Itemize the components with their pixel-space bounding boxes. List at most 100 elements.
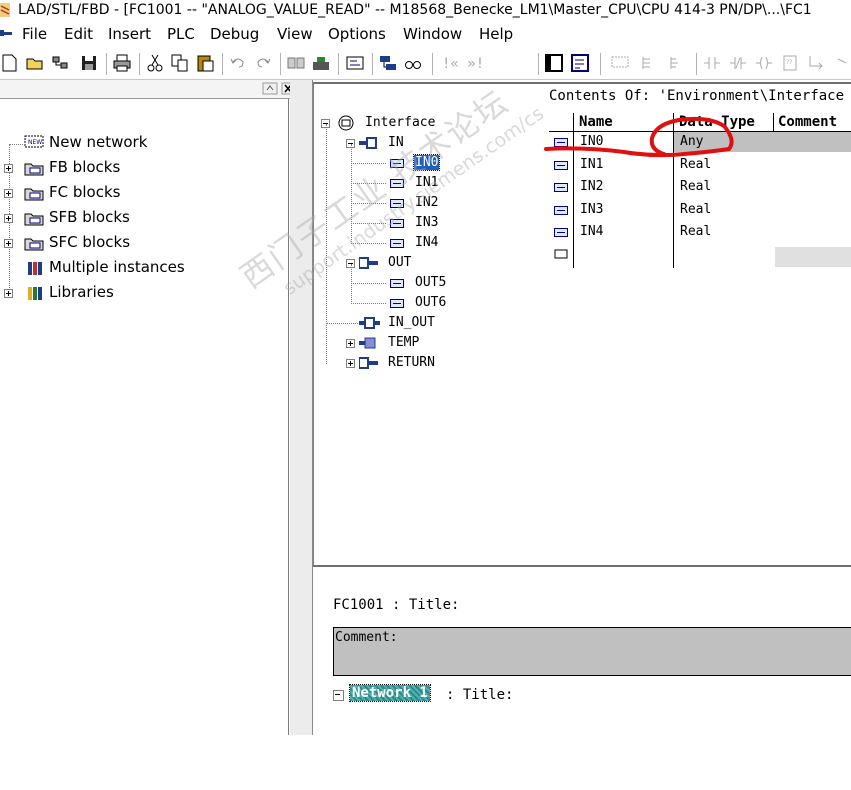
redo-icon[interactable] (253, 53, 273, 73)
network-collapse-icon[interactable] (333, 690, 344, 701)
column-divider (773, 113, 774, 131)
tree-item-in[interactable]: IN (314, 134, 544, 154)
tree-item-in-out[interactable]: IN_OUT (314, 314, 544, 334)
tree-item-return[interactable]: RETURN (314, 354, 544, 374)
row-name-in3[interactable]: IN3 (580, 202, 603, 217)
tree-item-interface[interactable]: Interface (314, 114, 544, 134)
tree-line (351, 203, 386, 205)
row-type-in2[interactable]: Real (680, 179, 711, 194)
document-menu-icon[interactable] (0, 29, 12, 38)
tree-item-label: IN2 (415, 195, 439, 210)
menu-edit[interactable]: Edit (64, 25, 93, 43)
toolbar-separator (538, 53, 539, 75)
menu-options[interactable]: Options (328, 25, 386, 43)
tree-item-fc-blocks[interactable]: FC blocks (0, 183, 288, 205)
coil-icon[interactable] (754, 53, 774, 73)
tree-item-out6[interactable]: OUT6 (314, 294, 544, 314)
network-label[interactable]: Network 1 (349, 684, 431, 702)
expand-icon[interactable] (4, 239, 13, 248)
expand-icon[interactable] (4, 214, 13, 223)
empty-box-icon[interactable]: ?? (780, 53, 800, 73)
paste-icon[interactable] (195, 53, 215, 73)
row-name-in4[interactable]: IN4 (580, 224, 603, 239)
title-bar: LAD/STL/FBD - [FC1001 -- "ANALOG_VALUE_R… (0, 0, 851, 22)
menu-file[interactable]: File (22, 25, 47, 43)
more-toolbar-icon[interactable] (832, 53, 851, 73)
branch-icon[interactable] (640, 53, 660, 73)
expand-icon[interactable] (4, 164, 13, 173)
menu-help[interactable]: Help (479, 25, 513, 43)
return-section-icon (359, 357, 378, 369)
row-type-in3[interactable]: Real (680, 202, 711, 217)
normally-closed-icon[interactable] (728, 53, 748, 73)
expand-icon[interactable] (346, 359, 355, 368)
network-title[interactable]: : Title: (446, 687, 513, 703)
svg-text:??: ?? (786, 59, 792, 66)
tree-item-label: IN1 (415, 175, 439, 190)
menu-plc[interactable]: PLC (167, 25, 195, 43)
tree-item-out5[interactable]: OUT5 (314, 274, 544, 294)
cut-icon[interactable] (145, 53, 165, 73)
print-icon[interactable] (112, 53, 132, 73)
block-title[interactable]: FC1001 : Title: (333, 597, 459, 613)
tree-item-libraries[interactable]: Libraries (0, 283, 288, 305)
tree-item-label: IN_OUT (388, 315, 435, 330)
previous-next-icon[interactable]: !« »! (440, 53, 500, 73)
overview-icon[interactable] (345, 53, 365, 73)
connector-icon[interactable] (806, 53, 826, 73)
row-name-in2[interactable]: IN2 (580, 179, 603, 194)
tree-item-out[interactable]: OUT (314, 254, 544, 274)
open-icon[interactable] (25, 53, 45, 73)
tree-item-sfb-blocks[interactable]: SFB blocks (0, 208, 288, 230)
menu-insert[interactable]: Insert (108, 25, 151, 43)
row-type-in4[interactable]: Real (680, 224, 711, 239)
new-icon[interactable] (0, 53, 20, 73)
normally-open-icon[interactable] (702, 53, 722, 73)
column-header-comment[interactable]: Comment (778, 114, 837, 130)
tree-item-label: FB blocks (49, 158, 121, 176)
toolbar-separator (696, 53, 697, 75)
tree-item-temp[interactable]: TEMP (314, 334, 544, 354)
restore-icon[interactable] (262, 82, 278, 95)
open-branch-icon[interactable] (668, 53, 688, 73)
copy-icon[interactable] (170, 53, 190, 73)
glasses-icon[interactable] (403, 53, 423, 73)
new-network-button-icon[interactable] (610, 53, 630, 73)
pane-splitter[interactable] (290, 80, 313, 735)
compare-icon[interactable] (311, 53, 331, 73)
tree-item-multiple-instances[interactable]: Multiple instances (0, 258, 288, 280)
tree-item-label: IN0 (412, 154, 441, 171)
details-icon[interactable] (378, 53, 398, 73)
tree-item-in1[interactable]: IN1 (314, 174, 544, 194)
menu-window[interactable]: Window (403, 25, 462, 43)
call-structure-icon[interactable] (570, 53, 590, 73)
tree-item-in3[interactable]: IN3 (314, 214, 544, 234)
expand-icon[interactable] (4, 189, 13, 198)
menu-bar: File Edit Insert PLC Debug View Options … (0, 23, 851, 45)
expand-icon[interactable] (4, 289, 13, 298)
tree-item-label: Interface (365, 115, 436, 130)
undo-icon[interactable] (228, 53, 248, 73)
parameter-icon (554, 206, 568, 215)
tree-item-in4[interactable]: IN4 (314, 234, 544, 254)
tree-item-in0[interactable]: IN0 (314, 154, 544, 174)
parameter-icon (554, 183, 568, 192)
block-comment-field[interactable] (333, 627, 851, 676)
menu-view[interactable]: View (277, 25, 313, 43)
tree-item-label: Libraries (49, 283, 114, 301)
save-icon[interactable] (79, 53, 99, 73)
accessible-nodes-icon[interactable] (50, 53, 70, 73)
menu-debug[interactable]: Debug (210, 25, 259, 43)
program-elements-icon[interactable] (544, 53, 564, 73)
tree-item-sfc-blocks[interactable]: SFC blocks (0, 233, 288, 255)
parameter-icon (554, 228, 568, 237)
program-elements-tree: NEW New network FB blocks FC blocks SFB … (0, 99, 289, 735)
tree-item-new-network[interactable]: NEW New network (0, 133, 288, 155)
new-row-icon[interactable] (554, 249, 568, 259)
empty-cell[interactable] (775, 247, 851, 267)
tree-line (351, 303, 386, 305)
tree-item-in2[interactable]: IN2 (314, 194, 544, 214)
tree-item-fb-blocks[interactable]: FB blocks (0, 158, 288, 180)
download-icon[interactable] (286, 53, 306, 73)
expand-icon[interactable] (346, 339, 355, 348)
